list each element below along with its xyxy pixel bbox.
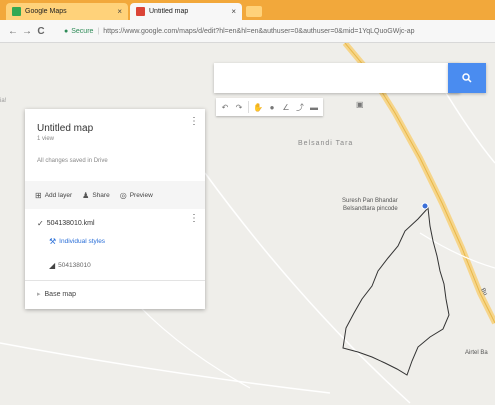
browser-tab-bar: Google Maps × Untitled map × bbox=[0, 0, 495, 20]
minor-road bbox=[0, 342, 331, 394]
close-tab-icon[interactable]: × bbox=[231, 7, 236, 16]
styles-label: Individual styles bbox=[59, 238, 106, 245]
lock-icon: ● bbox=[64, 27, 69, 35]
polygon-feature-icon: ◢ bbox=[49, 261, 56, 270]
add-layer-button[interactable]: ⊞ Add layer bbox=[35, 191, 72, 200]
hand-select-icon[interactable]: ✋ bbox=[251, 99, 265, 115]
poi-label[interactable]: Suresh Pan Bhandar Belsandtara pincode bbox=[342, 197, 398, 213]
boundary-polygon bbox=[342, 206, 450, 376]
layer-styles-link[interactable]: ⚒ Individual styles bbox=[49, 237, 105, 246]
search-button[interactable] bbox=[448, 63, 486, 93]
base-map-label: Base map bbox=[44, 290, 77, 298]
preview-eye-icon: ◎ bbox=[119, 190, 127, 200]
tab-untitled-map[interactable]: Untitled map × bbox=[130, 3, 242, 20]
map-title[interactable]: Untitled map bbox=[37, 123, 93, 134]
secure-label: Secure bbox=[71, 27, 94, 35]
back-button[interactable]: ← bbox=[6, 26, 20, 37]
layer-name[interactable]: 504138010.kml bbox=[47, 220, 95, 227]
location-pin bbox=[421, 202, 429, 210]
paint-roller-icon: ⚒ bbox=[49, 237, 57, 246]
address-bar[interactable]: ● Secure | https://www.google.com/maps/d… bbox=[64, 24, 490, 38]
edge-place-label: Airtel Ba bbox=[465, 350, 488, 356]
url-text: https://www.google.com/maps/d/edit?hl=en… bbox=[103, 27, 415, 35]
add-layer-label: Add layer bbox=[44, 191, 73, 199]
google-maps-favicon-icon bbox=[12, 7, 21, 16]
map-toolbar: ↶ ↷ ✋ ● ∠ ⤴ ▬ bbox=[216, 98, 323, 116]
ruler-icon[interactable]: ▣ bbox=[356, 100, 368, 112]
close-tab-icon[interactable]: × bbox=[117, 7, 122, 16]
tab-label: Google Maps bbox=[25, 8, 67, 15]
measure-icon[interactable]: ▬ bbox=[307, 99, 321, 115]
search-icon bbox=[462, 73, 472, 83]
layer-visibility-checkbox[interactable]: ✓ bbox=[37, 219, 44, 228]
view-count: 1 view bbox=[37, 136, 55, 142]
feature-label: 504138010 bbox=[58, 262, 91, 269]
map-search-input[interactable] bbox=[214, 63, 460, 93]
share-button[interactable]: ♟ Share bbox=[82, 191, 110, 200]
preview-label: Preview bbox=[129, 191, 153, 199]
layer-item[interactable]: ✓ 504138010.kml bbox=[37, 219, 95, 228]
layer-options-menu-icon[interactable]: ⋮ bbox=[189, 214, 199, 224]
save-status: All changes saved in Drive bbox=[37, 158, 108, 164]
draw-line-icon[interactable]: ∠ bbox=[279, 99, 293, 115]
panel-divider bbox=[25, 280, 205, 281]
tab-label: Untitled map bbox=[149, 8, 189, 15]
add-marker-icon[interactable]: ● bbox=[265, 99, 279, 115]
expand-arrow-icon: ▸ bbox=[37, 291, 41, 298]
map-canvas[interactable]: Belsandi Tara Suresh Pan Bhandar Belsand… bbox=[0, 43, 495, 405]
poi-label-line: Belsandtara pincode bbox=[343, 206, 398, 212]
redo-icon[interactable]: ↷ bbox=[232, 99, 246, 115]
map-layers-panel: Untitled map 1 view All changes saved in… bbox=[25, 109, 205, 309]
address-separator: | bbox=[97, 27, 100, 35]
new-tab-button[interactable] bbox=[246, 6, 262, 17]
minor-road bbox=[439, 82, 495, 164]
side-label: ia! bbox=[0, 98, 7, 104]
feature-item[interactable]: ◢ 504138010 bbox=[49, 261, 91, 270]
share-label: Share bbox=[92, 191, 110, 199]
toolbar-divider bbox=[248, 101, 249, 113]
map-options-menu-icon[interactable]: ⋮ bbox=[189, 117, 199, 127]
preview-button[interactable]: ◎ Preview bbox=[120, 191, 153, 200]
my-maps-favicon-icon bbox=[136, 7, 145, 16]
tab-google-maps[interactable]: Google Maps × bbox=[6, 3, 128, 20]
village-label: Belsandi Tara bbox=[298, 140, 354, 147]
forward-button[interactable]: → bbox=[20, 26, 34, 37]
undo-icon[interactable]: ↶ bbox=[218, 99, 232, 115]
reload-button[interactable]: C bbox=[34, 26, 48, 37]
add-layer-icon: ⊞ bbox=[35, 190, 42, 200]
share-icon: ♟ bbox=[82, 190, 90, 200]
base-map-item[interactable]: ▸ Base map bbox=[37, 290, 77, 299]
panel-actions-bar: ⊞ Add layer ♟ Share ◎ Preview bbox=[25, 181, 205, 209]
poi-label-line: Suresh Pan Bhandar bbox=[342, 198, 398, 204]
directions-icon[interactable]: ⤴ bbox=[293, 99, 307, 115]
